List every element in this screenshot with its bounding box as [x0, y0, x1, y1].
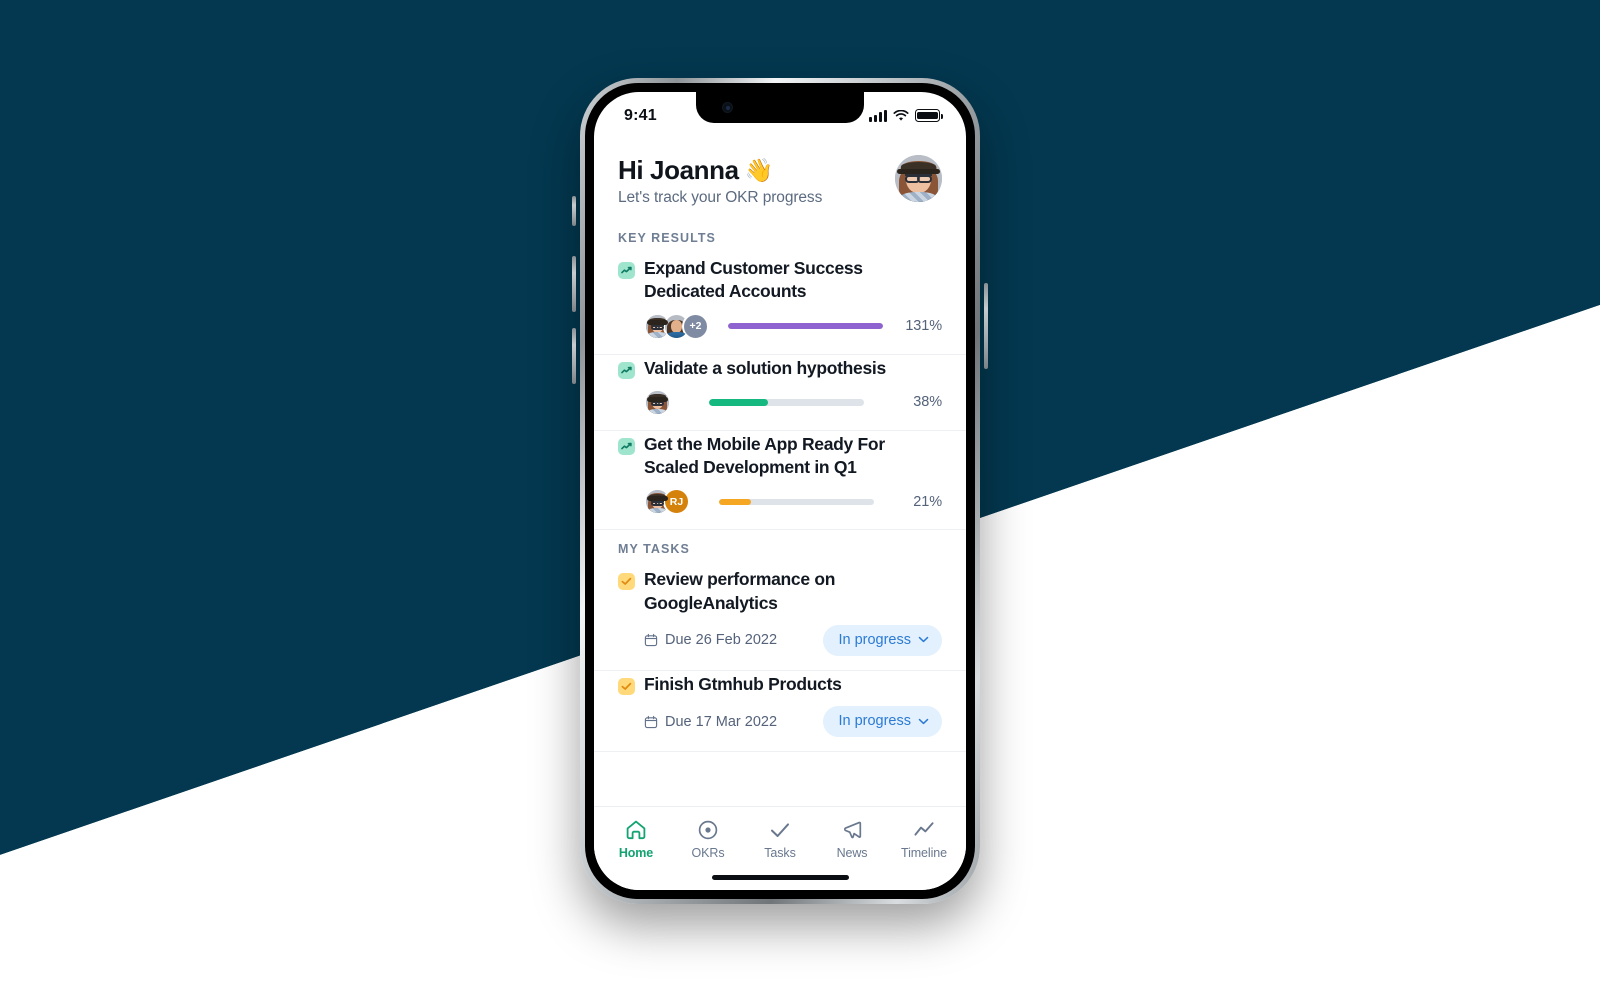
status-badge[interactable]: In progress — [823, 706, 942, 738]
task-title: Finish Gtmhub Products — [644, 673, 842, 694]
key-result-title: Validate a solution hypothesis — [644, 357, 886, 378]
task-title: Review performance on GoogleAnalytics — [644, 569, 836, 613]
trend-line-icon — [912, 818, 936, 842]
status-label: In progress — [838, 631, 911, 648]
home-icon — [624, 818, 648, 842]
phone-bezel: 9:41 Hi Joanna 👋 Let's track your OKR pr… — [585, 83, 975, 899]
chevron-down-icon — [918, 636, 929, 643]
tab-home[interactable]: Home — [603, 818, 669, 860]
app-header: Hi Joanna 👋 Let's track your OKR progres… — [594, 139, 966, 225]
key-result-row[interactable]: Get the Mobile App Ready For Scaled Deve… — [594, 431, 966, 531]
phone-screen: 9:41 Hi Joanna 👋 Let's track your OKR pr… — [594, 92, 966, 890]
greeting-line: Hi Joanna 👋 — [618, 155, 822, 186]
key-result-title: Get the Mobile App Ready For Scaled Deve… — [644, 433, 885, 478]
progress-percent: 131% — [905, 318, 942, 335]
tab-timeline[interactable]: Timeline — [891, 818, 957, 860]
status-label: In progress — [838, 713, 911, 730]
status-time: 9:41 — [624, 106, 657, 124]
status-icons — [869, 109, 943, 122]
avatar[interactable] — [895, 155, 942, 202]
key-result-row[interactable]: Expand Customer Success Dedicated Accoun… — [594, 255, 966, 355]
progress-bar — [690, 498, 902, 506]
section-header-my-tasks: MY TASKS — [618, 542, 690, 557]
tab-label: News — [836, 846, 868, 860]
calendar-icon — [644, 633, 658, 647]
avatar-group: RJ — [644, 488, 690, 516]
target-icon — [696, 818, 720, 842]
page-subtitle: Let's track your OKR progress — [618, 189, 823, 206]
tab-label: Tasks — [764, 846, 796, 860]
wave-hand-icon: 👋 — [744, 157, 774, 183]
task-checkbox[interactable] — [618, 573, 635, 591]
volume-down-button[interactable] — [572, 328, 576, 384]
progress-percent: 21% — [913, 493, 942, 510]
progress-bar — [709, 322, 902, 330]
page-title: Hi Joanna — [618, 155, 739, 185]
key-result-row[interactable]: Validate a solution hypothesis 38% — [594, 355, 966, 431]
key-results-list: Expand Customer Success Dedicated Accoun… — [594, 255, 966, 531]
status-bar: 9:41 — [594, 92, 966, 139]
task-checkbox[interactable] — [618, 677, 635, 695]
avatar[interactable] — [644, 388, 671, 416]
status-badge[interactable]: In progress — [823, 624, 942, 656]
battery-icon — [915, 109, 943, 122]
tasks-list: Review performance on GoogleAnalytics Due… — [594, 566, 966, 753]
tab-label: OKRs — [691, 846, 725, 860]
avatar-group: +2 — [644, 312, 709, 340]
tab-label: Timeline — [901, 846, 947, 860]
main-content[interactable]: KEY RESULTS Expand Customer Success Dedi… — [594, 225, 966, 806]
avatar-overflow-count[interactable]: +2 — [682, 312, 709, 340]
task-row[interactable]: Review performance on GoogleAnalytics Due… — [594, 566, 966, 671]
cellular-signal-icon — [869, 109, 887, 122]
phone-device: 9:41 Hi Joanna 👋 Let's track your OKR pr… — [572, 78, 988, 904]
trend-line-icon — [618, 262, 635, 279]
avatar-initials[interactable]: RJ — [663, 488, 690, 516]
tab-tasks[interactable]: Tasks — [747, 818, 813, 860]
chevron-down-icon — [918, 718, 929, 725]
home-indicator[interactable] — [594, 864, 966, 890]
key-result-title: Expand Customer Success Dedicated Accoun… — [644, 258, 863, 302]
bottom-tab-bar: Home OKRs Tasks News Timeline — [594, 806, 966, 864]
trend-line-icon — [618, 361, 635, 379]
calendar-icon — [644, 715, 658, 729]
task-row[interactable]: Finish Gtmhub Products Due 17 Mar 2022 In … — [594, 671, 966, 753]
greeting-block: Hi Joanna 👋 Let's track your OKR progres… — [618, 155, 822, 207]
task-due-date: Due 17 Mar 2022 — [644, 714, 777, 730]
progress-percent: 38% — [913, 394, 942, 411]
avatar-group — [644, 388, 671, 416]
tab-news[interactable]: News — [819, 818, 885, 860]
tab-okrs[interactable]: OKRs — [675, 818, 741, 860]
megaphone-icon — [840, 818, 864, 842]
volume-up-button[interactable] — [572, 256, 576, 312]
task-due-date: Due 26 Feb 2022 — [644, 632, 777, 648]
task-due-label: Due 17 Mar 2022 — [665, 713, 778, 730]
check-icon — [768, 818, 792, 842]
tab-label: Home — [618, 846, 654, 860]
section-header-key-results: KEY RESULTS — [618, 231, 716, 245]
mute-switch-button[interactable] — [572, 196, 576, 226]
progress-bar — [671, 399, 902, 406]
task-due-label: Due 26 Feb 2022 — [665, 632, 778, 649]
trend-line-icon — [618, 437, 635, 455]
wifi-icon — [893, 109, 909, 122]
power-button[interactable] — [984, 283, 988, 369]
